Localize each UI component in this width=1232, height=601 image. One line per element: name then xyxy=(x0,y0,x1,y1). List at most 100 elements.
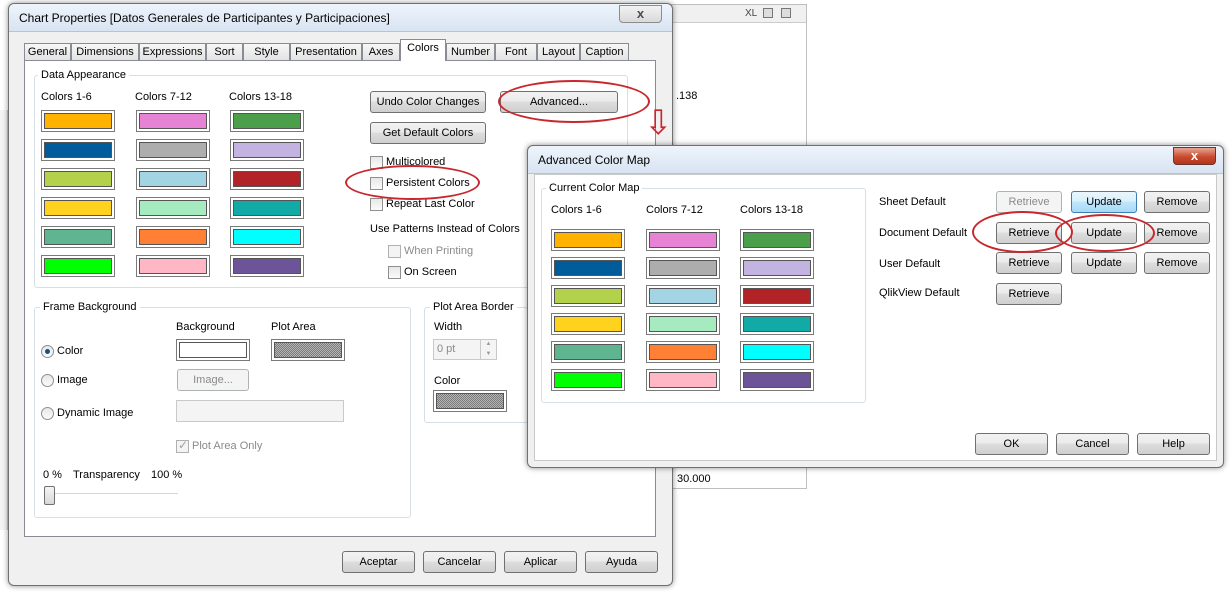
cp-color-swatch-8[interactable] xyxy=(136,139,210,161)
qlikview-default-retrieve-button[interactable]: Retrieve xyxy=(996,283,1062,305)
acm-color-swatch-5[interactable] xyxy=(551,341,625,363)
acm-color-swatch-16[interactable] xyxy=(740,313,814,335)
cp-color-swatch-7[interactable] xyxy=(136,110,210,132)
tab-general[interactable]: General xyxy=(24,43,71,60)
document-default-label: Document Default xyxy=(879,227,968,239)
background-color-swatch[interactable] xyxy=(176,339,250,361)
tab-dimensions[interactable]: Dimensions xyxy=(71,43,139,60)
tab-number[interactable]: Number xyxy=(446,43,495,60)
background-restore-icon[interactable] xyxy=(763,8,773,18)
colors-1-6-label: Colors 1-6 xyxy=(41,91,92,103)
acm-color-swatch-1[interactable] xyxy=(551,229,625,251)
cp-color-swatch-13[interactable] xyxy=(230,110,304,132)
cp-color-swatch-4[interactable] xyxy=(41,197,115,219)
transparency-slider-track xyxy=(44,493,178,495)
acm-colors-13-18-label: Colors 13-18 xyxy=(740,204,803,216)
tab-caption[interactable]: Caption xyxy=(580,43,629,60)
undo-color-changes-button[interactable]: Undo Color Changes xyxy=(370,91,486,113)
plot-area-color-swatch[interactable] xyxy=(271,339,345,361)
border-color-swatch[interactable] xyxy=(433,390,507,412)
cp-color-swatch-6[interactable] xyxy=(41,255,115,277)
plot-area-only-checkbox[interactable]: ✓ xyxy=(176,438,189,453)
cancel-button[interactable]: Cancelar xyxy=(423,551,496,573)
image-radio[interactable] xyxy=(41,374,54,387)
accept-button[interactable]: Aceptar xyxy=(342,551,415,573)
acm-color-swatch-18[interactable] xyxy=(740,369,814,391)
image-button[interactable]: Image... xyxy=(177,369,249,391)
chart-properties-close-button[interactable]: x xyxy=(619,5,662,23)
spin-up-icon[interactable]: ▲ xyxy=(481,339,496,349)
chart-properties-titlebar: Chart Properties [Datos Generales de Par… xyxy=(9,4,672,32)
acm-color-swatch-3[interactable] xyxy=(551,285,625,307)
acm-color-swatch-17[interactable] xyxy=(740,341,814,363)
cp-color-swatch-3[interactable] xyxy=(41,168,115,190)
acm-color-swatch-8[interactable] xyxy=(646,257,720,279)
annotation-arrow-icon: ⇩ xyxy=(644,104,673,142)
acm-color-swatch-6[interactable] xyxy=(551,369,625,391)
sheet-default-remove-button[interactable]: Remove xyxy=(1144,191,1210,213)
help-button[interactable]: Ayuda xyxy=(585,551,658,573)
acm-cancel-button[interactable]: Cancel xyxy=(1056,433,1129,455)
user-default-remove-button[interactable]: Remove xyxy=(1144,252,1210,274)
plot-area-only-label: Plot Area Only xyxy=(192,440,263,452)
background-value-b: 30.000 xyxy=(677,473,711,485)
tab-font[interactable]: Font xyxy=(495,43,537,60)
plot-area-column-label: Plot Area xyxy=(271,321,316,333)
background-minimize-icon[interactable] xyxy=(781,8,791,18)
when-printing-checkbox[interactable] xyxy=(388,245,401,258)
cp-color-swatch-10[interactable] xyxy=(136,197,210,219)
spin-down-icon[interactable]: ▼ xyxy=(481,349,496,359)
transparency-slider-thumb[interactable] xyxy=(44,486,55,505)
cp-color-swatch-16[interactable] xyxy=(230,197,304,219)
repeat-last-color-checkbox[interactable] xyxy=(370,198,383,211)
acm-color-swatch-14[interactable] xyxy=(740,257,814,279)
repeat-last-color-label: Repeat Last Color xyxy=(386,198,475,210)
acm-color-swatch-4[interactable] xyxy=(551,313,625,335)
on-screen-label: On Screen xyxy=(404,266,457,278)
tab-layout[interactable]: Layout xyxy=(537,43,580,60)
background-left-strip xyxy=(0,110,8,530)
acm-color-swatch-13[interactable] xyxy=(740,229,814,251)
transparency-min-label: 0 % xyxy=(43,469,62,481)
apply-button[interactable]: Aplicar xyxy=(504,551,577,573)
tab-style[interactable]: Style xyxy=(243,43,290,60)
sheet-default-update-button[interactable]: Update xyxy=(1071,191,1137,213)
tab-presentation[interactable]: Presentation xyxy=(290,43,362,60)
cp-color-swatch-12[interactable] xyxy=(136,255,210,277)
cp-color-swatch-11[interactable] xyxy=(136,226,210,248)
cp-color-swatch-2[interactable] xyxy=(41,139,115,161)
tab-sort[interactable]: Sort xyxy=(206,43,243,60)
colors-7-12-label: Colors 7-12 xyxy=(135,91,192,103)
acm-color-swatch-2[interactable] xyxy=(551,257,625,279)
cp-color-swatch-17[interactable] xyxy=(230,226,304,248)
acm-color-swatch-12[interactable] xyxy=(646,369,720,391)
transparency-label: Transparency xyxy=(73,469,140,481)
cp-color-swatch-9[interactable] xyxy=(136,168,210,190)
dynamic-image-radio[interactable] xyxy=(41,407,54,420)
color-radio[interactable] xyxy=(41,345,54,358)
cp-color-swatch-18[interactable] xyxy=(230,255,304,277)
cp-color-swatch-14[interactable] xyxy=(230,139,304,161)
acm-color-swatch-11[interactable] xyxy=(646,341,720,363)
ok-button[interactable]: OK xyxy=(975,433,1048,455)
cp-color-swatch-1[interactable] xyxy=(41,110,115,132)
cp-color-swatch-5[interactable] xyxy=(41,226,115,248)
tab-expressions[interactable]: Expressions xyxy=(139,43,206,60)
dynamic-image-field[interactable] xyxy=(176,400,344,422)
sheet-default-retrieve-button[interactable]: Retrieve xyxy=(996,191,1062,213)
acm-help-button[interactable]: Help xyxy=(1137,433,1210,455)
dynamic-image-label: Dynamic Image xyxy=(57,407,134,419)
acm-color-swatch-9[interactable] xyxy=(646,285,720,307)
tab-axes[interactable]: Axes xyxy=(362,43,400,60)
width-spinner[interactable]: ▲ ▼ xyxy=(480,339,496,359)
acm-color-swatch-15[interactable] xyxy=(740,285,814,307)
advanced-color-map-close-button[interactable]: x xyxy=(1173,147,1216,165)
user-default-retrieve-button[interactable]: Retrieve xyxy=(996,252,1062,274)
get-default-colors-button[interactable]: Get Default Colors xyxy=(370,122,486,144)
acm-color-swatch-7[interactable] xyxy=(646,229,720,251)
tab-colors[interactable]: Colors xyxy=(400,39,446,61)
cp-color-swatch-15[interactable] xyxy=(230,168,304,190)
user-default-update-button[interactable]: Update xyxy=(1071,252,1137,274)
on-screen-checkbox[interactable] xyxy=(388,266,401,279)
acm-color-swatch-10[interactable] xyxy=(646,313,720,335)
